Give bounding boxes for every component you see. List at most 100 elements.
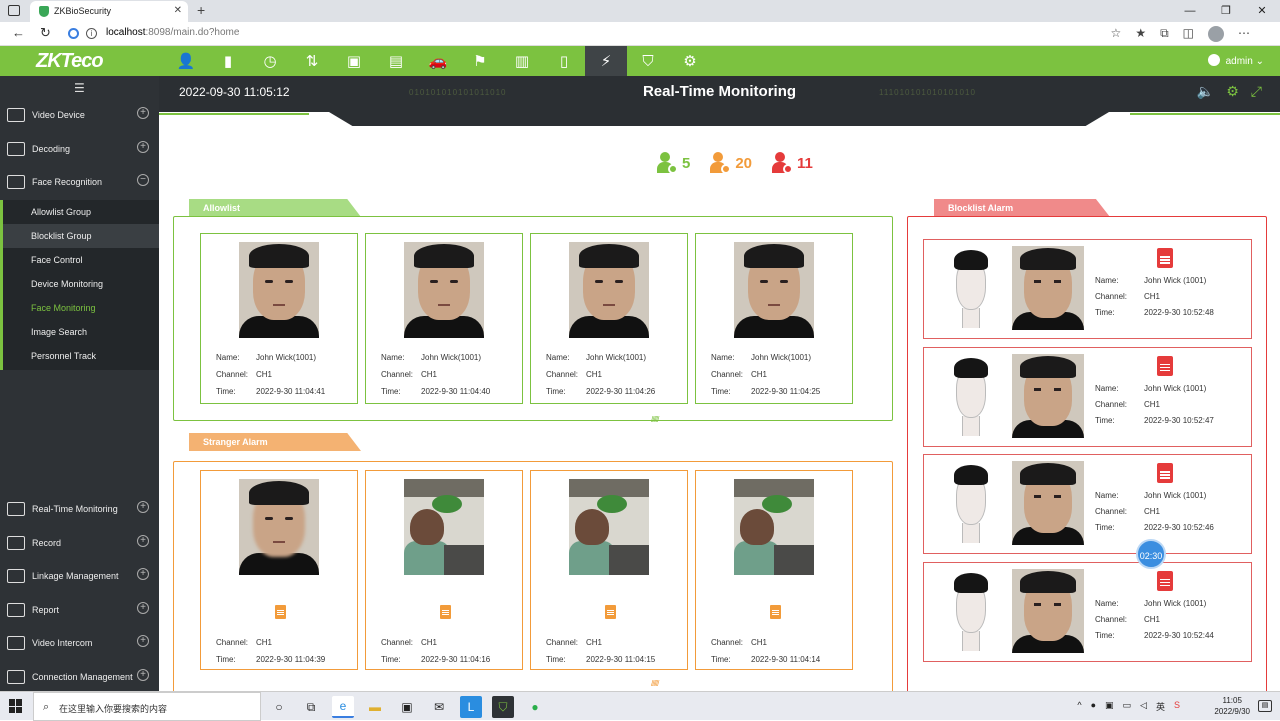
user-menu[interactable]: admin ⌄: [1207, 54, 1264, 67]
app-l-icon[interactable]: L: [460, 696, 482, 718]
face-photo[interactable]: [569, 242, 649, 338]
collapse-menu-icon[interactable]: ☰: [74, 81, 85, 95]
sidebar-section-linkage-management[interactable]: Linkage Management +: [0, 560, 159, 592]
module-patrol-icon[interactable]: ⚑: [459, 46, 501, 76]
maximize-icon[interactable]: ❐: [1208, 0, 1244, 22]
expand-icon[interactable]: +: [137, 635, 149, 647]
sidebar-section-record[interactable]: Record +: [0, 527, 159, 559]
module-gear-icon[interactable]: ⚙: [669, 46, 711, 76]
tray-chevron-icon[interactable]: ^: [1077, 700, 1081, 713]
document-icon[interactable]: [275, 605, 286, 619]
document-icon[interactable]: [440, 605, 451, 619]
favorite-add-icon[interactable]: ☆: [1111, 26, 1122, 42]
sidebar-item-image-search[interactable]: Image Search: [3, 320, 159, 344]
blocklist-card[interactable]: Name: John Wick (1001) Channel: CH1 Time: 2…: [923, 561, 1252, 662]
module-parking-icon[interactable]: ▤: [375, 46, 417, 76]
document-icon[interactable]: [1157, 355, 1173, 376]
module-elevator-icon[interactable]: ⇅: [291, 46, 333, 76]
allowlist-card[interactable]: Name: John Wick(1001) Channel: CH1 Time: 20…: [365, 233, 523, 404]
registered-face-photo[interactable]: [950, 572, 992, 653]
mail-icon[interactable]: ✉: [428, 696, 450, 718]
registered-face-photo[interactable]: [950, 357, 992, 438]
allowlist-card[interactable]: Name: John Wick(1001) Channel: CH1 Time: 20…: [200, 233, 358, 404]
document-icon[interactable]: [605, 605, 616, 619]
favorites-icon[interactable]: ★: [1135, 26, 1146, 42]
expand-icon[interactable]: +: [137, 107, 149, 119]
sidebar-item-face-control[interactable]: Face Control: [3, 248, 159, 272]
stranger-card[interactable]: Channel: CH1 Time: 2022-9-30 11:04:39: [200, 470, 358, 670]
fullscreen-icon[interactable]: ⤢: [1251, 83, 1262, 100]
close-tab-icon[interactable]: ✕: [174, 5, 182, 16]
ie-mode-icon[interactable]: [68, 28, 79, 39]
alarm-settings-icon[interactable]: ⚙: [1226, 83, 1239, 100]
minimize-icon[interactable]: —: [1172, 0, 1208, 22]
site-info-icon[interactable]: i: [86, 28, 97, 39]
expand-icon[interactable]: +: [137, 501, 149, 513]
snapshot-image[interactable]: [404, 479, 484, 575]
new-tab-icon[interactable]: +: [197, 2, 205, 18]
profile-avatar[interactable]: [1208, 26, 1224, 42]
expand-icon[interactable]: +: [137, 568, 149, 580]
close-window-icon[interactable]: ✕: [1244, 0, 1280, 22]
collections-icon[interactable]: ⧉: [1160, 26, 1169, 42]
window-menu-icon[interactable]: [8, 5, 20, 16]
expand-icon[interactable]: +: [137, 601, 149, 614]
stranger-card[interactable]: Channel: CH1 Time: 2022-9-30 11:04:14: [695, 470, 853, 670]
task-view-icon[interactable]: ⧉: [300, 696, 322, 718]
stranger-card[interactable]: Channel: CH1 Time: 2022-9-30 11:04:16: [365, 470, 523, 670]
network-icon[interactable]: ▭: [1123, 700, 1132, 713]
taskbar-clock[interactable]: 11:05 2022/9/30: [1214, 695, 1250, 717]
registered-face-photo[interactable]: [950, 250, 992, 330]
module-door-icon[interactable]: ▮: [207, 46, 249, 76]
cortana-icon[interactable]: ○: [268, 696, 290, 718]
sidebar-section-face-recognition[interactable]: Face Recognition −: [0, 166, 159, 198]
wechat-tray-icon[interactable]: ●: [1091, 700, 1096, 713]
blocklist-card[interactable]: Name: John Wick (1001) Channel: CH1 Time: 2…: [923, 239, 1252, 339]
ime-app-icon[interactable]: S: [1174, 700, 1180, 713]
document-icon[interactable]: [1157, 570, 1173, 591]
sidebar-section-real-time-monitoring[interactable]: Real-Time Monitoring +: [0, 493, 159, 525]
registered-face-photo[interactable]: [950, 465, 992, 545]
tray-app-icon[interactable]: ▣: [1105, 700, 1114, 713]
sidebar-section-video-device[interactable]: Video Device +: [0, 99, 159, 131]
document-icon[interactable]: [770, 605, 781, 619]
module-clock-icon[interactable]: ◷: [249, 46, 291, 76]
module-building-icon[interactable]: ▥: [501, 46, 543, 76]
sidebar-item-blocklist-group[interactable]: Blocklist Group: [3, 224, 159, 248]
expand-icon[interactable]: +: [137, 140, 149, 153]
allowlist-card[interactable]: Name: John Wick(1001) Channel: CH1 Time: 20…: [530, 233, 688, 404]
sidebar-item-face-monitoring[interactable]: Face Monitoring: [3, 296, 159, 320]
face-photo[interactable]: [734, 242, 814, 338]
sidebar-section-report[interactable]: Report +: [0, 594, 159, 626]
sidebar-section-video-intercom[interactable]: Video Intercom +: [0, 627, 159, 659]
wechat-icon[interactable]: ●: [524, 696, 546, 718]
allowlist-card[interactable]: Name: John Wick(1001) Channel: CH1 Time: 20…: [695, 233, 853, 404]
countdown-badge[interactable]: 02:30: [1136, 539, 1166, 569]
url-field[interactable]: localhost:8098/main.do?home: [106, 27, 239, 38]
module-locker-icon[interactable]: ▯: [543, 46, 585, 76]
more-menu-icon[interactable]: ⋯: [1238, 26, 1250, 42]
back-icon[interactable]: ←: [12, 25, 25, 40]
module-personnel-icon[interactable]: 👤: [165, 46, 207, 76]
collapse-icon[interactable]: −: [137, 174, 149, 186]
file-explorer-icon[interactable]: ▬: [364, 696, 386, 718]
zkbio-icon[interactable]: ⛉: [492, 696, 514, 718]
refresh-icon[interactable]: ↻: [40, 25, 51, 41]
snapshot-image[interactable]: [569, 479, 649, 575]
module-shield-icon[interactable]: ⛉: [627, 46, 669, 76]
snapshot-image[interactable]: [734, 479, 814, 575]
document-icon[interactable]: [1157, 248, 1173, 268]
sidebar-item-device-monitoring[interactable]: Device Monitoring: [3, 272, 159, 296]
sidebar-section-connection-management[interactable]: Connection Management +: [0, 661, 159, 693]
face-photo[interactable]: [239, 242, 319, 338]
module-car-icon[interactable]: 🚗: [417, 46, 459, 76]
edge-icon[interactable]: e: [332, 696, 354, 718]
module-video-icon[interactable]: ⚡: [585, 46, 627, 76]
notifications-icon[interactable]: ▤: [1258, 700, 1272, 712]
blocklist-card[interactable]: Name: John Wick (1001) Channel: CH1 Time: 2…: [923, 454, 1252, 554]
browser-tab[interactable]: ZKBioSecurity ✕: [30, 1, 188, 22]
start-icon[interactable]: [9, 699, 23, 713]
face-photo[interactable]: [404, 242, 484, 338]
blocklist-card[interactable]: Name: John Wick (1001) Channel: CH1 Time: 2…: [923, 346, 1252, 447]
volume-icon[interactable]: ◁: [1140, 700, 1147, 713]
